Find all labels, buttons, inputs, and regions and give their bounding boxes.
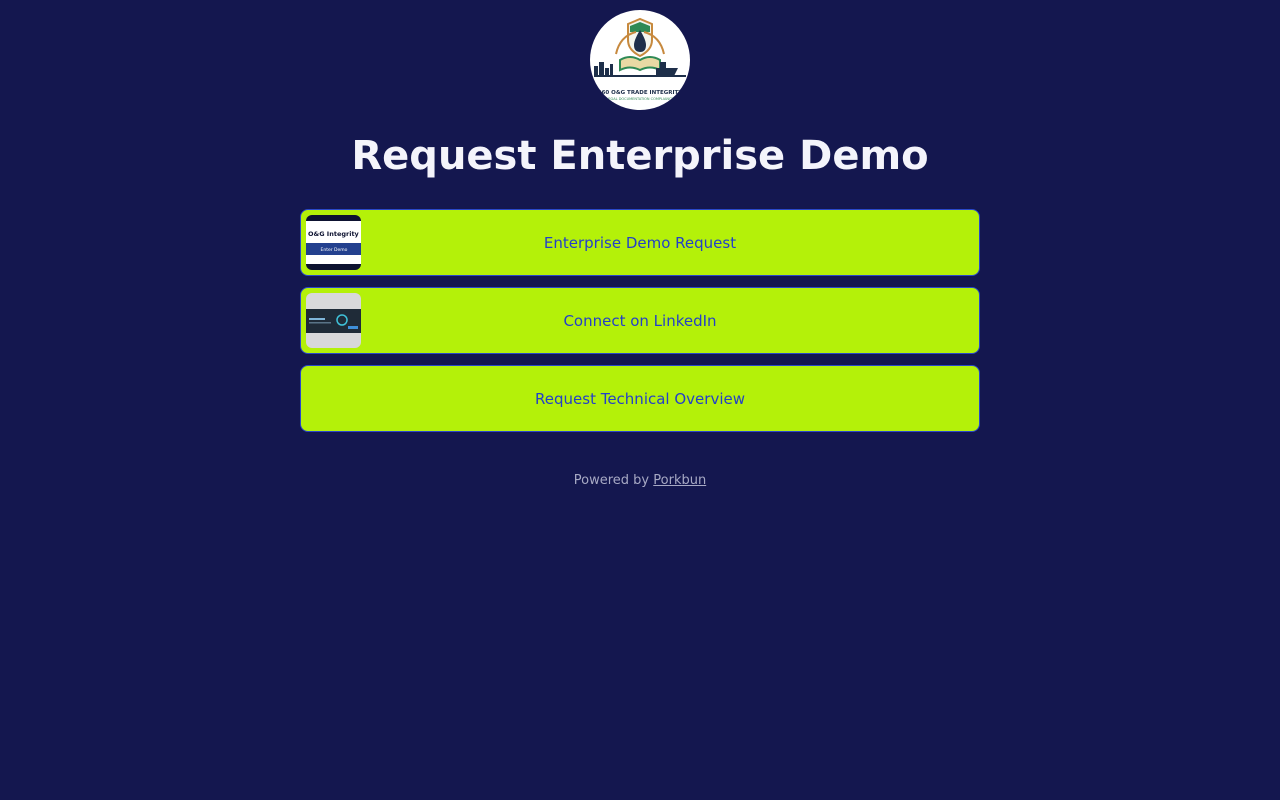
thumbnail-button-text: Enter Demo	[321, 247, 348, 253]
link-label: Connect on LinkedIn	[563, 311, 717, 330]
og-integrity-thumbnail-icon: O&G Integrity Enter Demo	[306, 215, 361, 270]
link-button-enterprise-demo[interactable]: O&G Integrity Enter Demo Enterprise Demo…	[300, 209, 980, 276]
thumbnail-heading: O&G Integrity	[308, 230, 360, 238]
link-page: 360 O&G TRADE INTEGRITY LEGAL DOCUMENTAT…	[0, 0, 1280, 800]
linkedin-banner-thumbnail-icon	[306, 293, 361, 348]
logo-subtext: LEGAL DOCUMENTATION COMPLIANCE	[606, 97, 673, 101]
link-label: Request Technical Overview	[535, 389, 745, 408]
footer: Powered by Porkbun	[0, 472, 1280, 490]
logo-text: 360 O&G TRADE INTEGRITY	[598, 90, 683, 96]
link-button-technical-overview[interactable]: Request Technical Overview	[300, 365, 980, 432]
profile-logo-icon: 360 O&G TRADE INTEGRITY LEGAL DOCUMENTAT…	[590, 10, 690, 110]
page-title: Request Enterprise Demo	[351, 133, 929, 179]
link-label: Enterprise Demo Request	[543, 233, 737, 252]
link-list: O&G Integrity Enter Demo Enterprise Demo…	[300, 209, 980, 443]
footer-prefix: Powered by	[573, 473, 654, 488]
link-button-linkedin[interactable]: Connect on LinkedIn	[300, 287, 980, 354]
porkbun-link[interactable]: Porkbun	[653, 473, 706, 488]
